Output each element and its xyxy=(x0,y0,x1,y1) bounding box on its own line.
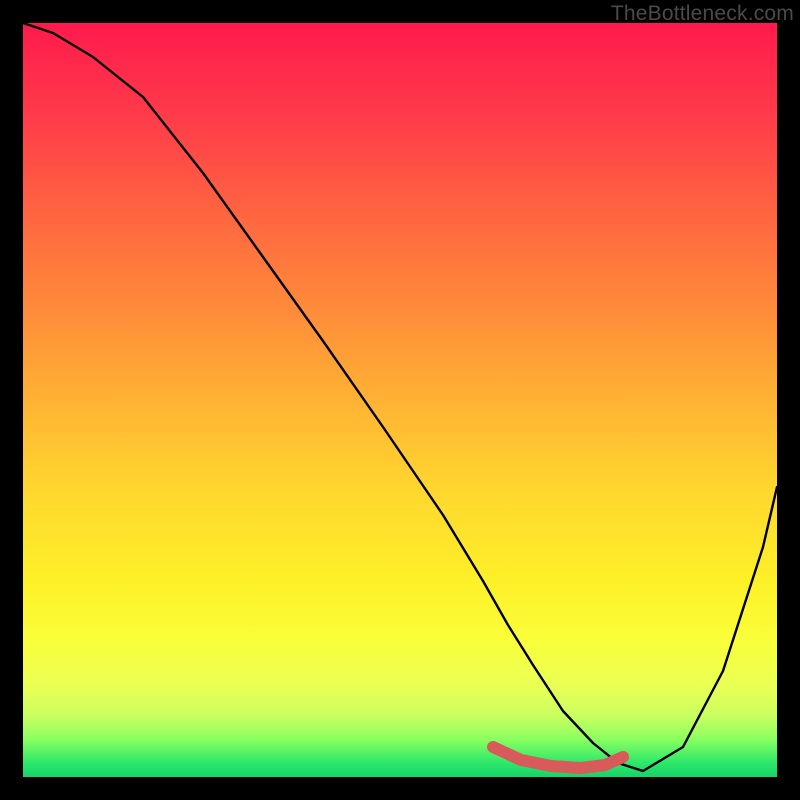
bottleneck-curve xyxy=(23,23,777,771)
chart-area xyxy=(23,23,777,777)
chart-svg xyxy=(23,23,777,777)
